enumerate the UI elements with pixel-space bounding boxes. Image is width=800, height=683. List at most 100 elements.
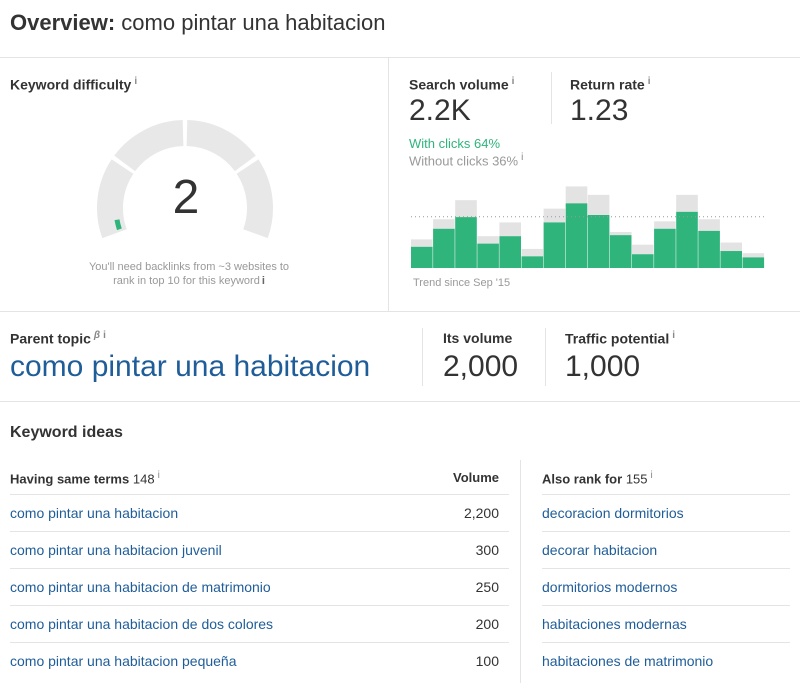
bar-with-clicks (654, 228, 676, 268)
bar-with-clicks (609, 235, 632, 268)
bar-without-clicks (433, 219, 455, 229)
also-rank-list: decoracion dormitorios decorar habitacio… (542, 494, 790, 679)
bar-with-clicks (499, 236, 521, 268)
parent-topic-label-text: Parent topic (10, 330, 91, 347)
bar-without-clicks (455, 200, 477, 218)
info-icon[interactable]: i (158, 470, 160, 481)
keyword-link[interactable]: como pintar una habitacion (10, 505, 178, 521)
same-terms-count: 148 (132, 471, 155, 487)
beta-badge: β (93, 330, 101, 341)
info-icon[interactable]: i (134, 76, 137, 87)
return-rate-label: Return rate i (570, 76, 650, 93)
same-terms-list: como pintar una habitacion 2,200 como pin… (10, 494, 509, 679)
page-title: Overview: como pintar una habitacion (10, 10, 385, 36)
its-volume-label: Its volume (443, 330, 513, 346)
keyword-ideas-title: Keyword ideas (10, 424, 123, 441)
divider (520, 460, 521, 683)
same-terms-label: Having same terms (10, 471, 130, 487)
bar-without-clicks (543, 208, 566, 223)
keyword-difficulty-label: Keyword difficulty i (10, 76, 137, 93)
list-item: como pintar una habitacion de matrimonio… (10, 568, 509, 605)
keyword-difficulty-label-text: Keyword difficulty (10, 76, 132, 93)
bar-without-clicks (521, 248, 544, 257)
list-item: como pintar una habitacion juvenil 300 (10, 531, 509, 568)
gauge-fill (114, 219, 122, 231)
info-icon[interactable]: i (103, 330, 106, 341)
keyword-volume: 250 (475, 579, 499, 595)
search-volume-value: 2.2K (409, 94, 471, 127)
gauge-segment (186, 120, 256, 172)
keyword-link[interactable]: dormitorios modernos (542, 579, 677, 595)
overview-header: Overview: como pintar una habitacion (0, 0, 800, 58)
list-item: decoracion dormitorios (542, 494, 790, 531)
search-volume-panel: Search volume i 2.2K Return rate i 1.23 Wi… (389, 58, 800, 312)
also-rank-header: Also rank for 155 i (542, 470, 653, 486)
keyword-link[interactable]: como pintar una habitacion pequeña (10, 653, 237, 669)
without-clicks-text: Without clicks 36% (409, 153, 519, 169)
parent-topic-label: Parent topic β i (10, 330, 106, 347)
bar-with-clicks (411, 246, 433, 268)
also-rank-count: 155 (625, 471, 648, 487)
page-title-keyword: como pintar una habitacion (121, 10, 386, 35)
info-icon[interactable]: i (262, 275, 265, 287)
page-title-label: Overview: (10, 10, 116, 35)
bar-with-clicks (742, 257, 765, 268)
bar-without-clicks (565, 186, 588, 204)
info-icon[interactable]: i (512, 76, 515, 87)
keyword-link[interactable]: habitaciones de matrimonio (542, 653, 713, 669)
also-rank-label: Also rank for (542, 471, 623, 487)
divider (422, 328, 423, 386)
keyword-link[interactable]: decoracion dormitorios (542, 505, 684, 521)
gauge-segment (114, 120, 184, 172)
bar-without-clicks (632, 244, 654, 255)
gauge-level-marker (114, 219, 122, 231)
keyword-link[interactable]: como pintar una habitacion juvenil (10, 542, 222, 558)
info-icon[interactable]: i (521, 152, 523, 163)
same-terms-header: Having same terms 148 i (10, 470, 160, 486)
bar-with-clicks (587, 215, 610, 268)
trend-bars (411, 186, 765, 268)
keyword-difficulty-panel: Keyword difficulty i 2 You'll need backli… (0, 58, 389, 312)
list-item: como pintar una habitacion de dos colore… (10, 605, 509, 642)
return-rate-label-text: Return rate (570, 76, 645, 93)
search-volume-label-text: Search volume (409, 76, 509, 93)
info-icon[interactable]: i (651, 470, 653, 481)
keyword-link[interactable]: como pintar una habitacion de dos colore… (10, 616, 273, 632)
traffic-potential-label: Traffic potential i (565, 330, 675, 347)
volume-column-header: Volume (453, 470, 499, 485)
search-volume-trend-chart (411, 186, 765, 268)
bar-without-clicks (411, 239, 433, 247)
list-item: habitaciones modernas (542, 605, 790, 642)
list-item: decorar habitacion (542, 531, 790, 568)
list-item: habitaciones de matrimonio (542, 642, 790, 679)
traffic-potential-value: 1,000 (565, 350, 641, 383)
search-volume-label: Search volume i (409, 76, 514, 93)
without-clicks-stat: Without clicks 36% i (409, 152, 523, 168)
keyword-link[interactable]: como pintar una habitacion de matrimonio (10, 579, 271, 595)
keyword-link[interactable]: habitaciones modernas (542, 616, 687, 632)
divider (551, 72, 552, 124)
gauge-segment (236, 159, 273, 239)
list-item: como pintar una habitacion pequeña 100 (10, 642, 509, 679)
volume-header-label: Volume (453, 470, 499, 485)
info-icon[interactable]: i (672, 330, 675, 341)
bar-with-clicks (477, 243, 499, 268)
info-icon[interactable]: i (648, 76, 651, 87)
bar-with-clicks (433, 228, 455, 268)
keyword-link[interactable]: decorar habitacion (542, 542, 657, 558)
keyword-volume: 200 (475, 616, 499, 632)
bar-with-clicks (455, 217, 477, 268)
parent-topic-link[interactable]: como pintar una habitacion (10, 350, 370, 384)
keyword-volume: 100 (475, 653, 499, 669)
keyword-volume: 300 (475, 542, 499, 558)
bar-with-clicks (632, 254, 654, 268)
bar-without-clicks (587, 194, 610, 215)
bar-with-clicks (698, 230, 720, 268)
bar-without-clicks (720, 242, 742, 252)
list-item: como pintar una habitacion 2,200 (10, 494, 509, 531)
with-clicks-stat: With clicks 64% (409, 136, 501, 151)
bar-without-clicks (609, 231, 632, 236)
divider (545, 328, 546, 386)
its-volume-value: 2,000 (443, 350, 519, 383)
bar-with-clicks (720, 251, 742, 268)
